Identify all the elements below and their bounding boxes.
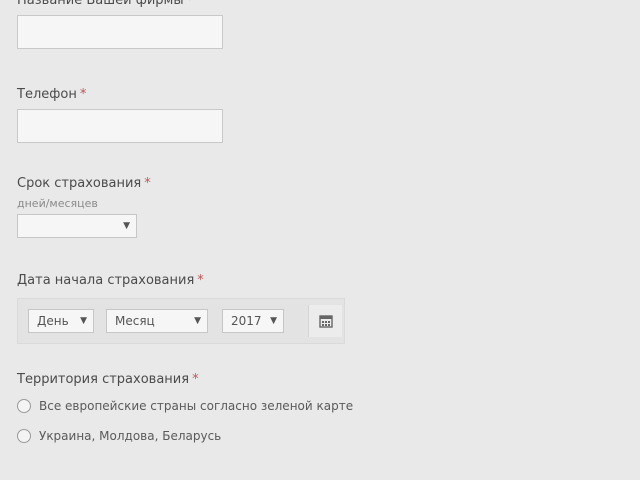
territory-option-label: Все европейские страны согласно зеленой … bbox=[39, 399, 354, 413]
calendar-icon bbox=[318, 315, 333, 328]
term-select[interactable]: ▼ bbox=[17, 214, 137, 238]
radio-button[interactable] bbox=[17, 399, 31, 413]
term-hint: дней/месяцев bbox=[17, 197, 98, 210]
territory-option-ukraine[interactable]: Украина, Молдова, Беларусь bbox=[17, 429, 353, 443]
required-mark: * bbox=[192, 372, 199, 387]
phone-field: Телефон * bbox=[17, 87, 223, 143]
required-mark: * bbox=[197, 273, 204, 288]
radio-button[interactable] bbox=[17, 429, 31, 443]
company-label: Название Вашей фирмы * bbox=[17, 0, 223, 8]
territory-field: Территория страхования * Все европейские … bbox=[17, 372, 353, 443]
company-field: Название Вашей фирмы * bbox=[17, 0, 223, 49]
term-label: Срок страхования * bbox=[17, 176, 151, 191]
start-date-label: Дата начала страхования * bbox=[17, 273, 204, 288]
required-mark: * bbox=[144, 176, 151, 191]
month-select[interactable]: Месяц ▼ bbox=[106, 309, 208, 333]
territory-label: Территория страхования * bbox=[17, 372, 199, 387]
insurance-form: Название Вашей фирмы * Телефон * Срок стра… bbox=[0, 0, 640, 480]
required-mark: * bbox=[79, 87, 87, 102]
day-select[interactable]: День ▼ bbox=[28, 309, 94, 333]
calendar-button[interactable] bbox=[308, 305, 342, 337]
company-input[interactable] bbox=[17, 15, 223, 49]
phone-input[interactable] bbox=[17, 109, 223, 143]
chevron-down-icon: ▼ bbox=[80, 316, 87, 326]
year-select[interactable]: 2017 ▼ bbox=[222, 309, 284, 333]
territory-option-label: Украина, Молдова, Беларусь bbox=[39, 429, 222, 443]
start-date-field: Дата начала страхования * День ▼ Месяц ▼ … bbox=[17, 273, 345, 344]
year-select-value: 2017 bbox=[231, 314, 262, 328]
required-mark: * bbox=[186, 0, 194, 8]
day-select-value: День bbox=[37, 314, 69, 328]
chevron-down-icon: ▼ bbox=[194, 316, 201, 326]
month-select-value: Месяц bbox=[115, 314, 155, 328]
phone-label: Телефон * bbox=[17, 87, 87, 102]
territory-option-europe[interactable]: Все европейские страны согласно зеленой … bbox=[17, 399, 353, 413]
chevron-down-icon: ▼ bbox=[270, 316, 277, 326]
date-picker-row: День ▼ Месяц ▼ 2017 ▼ bbox=[17, 298, 345, 344]
chevron-down-icon: ▼ bbox=[123, 221, 130, 231]
term-field: Срок страхования * дней/месяцев ▼ bbox=[17, 176, 151, 238]
